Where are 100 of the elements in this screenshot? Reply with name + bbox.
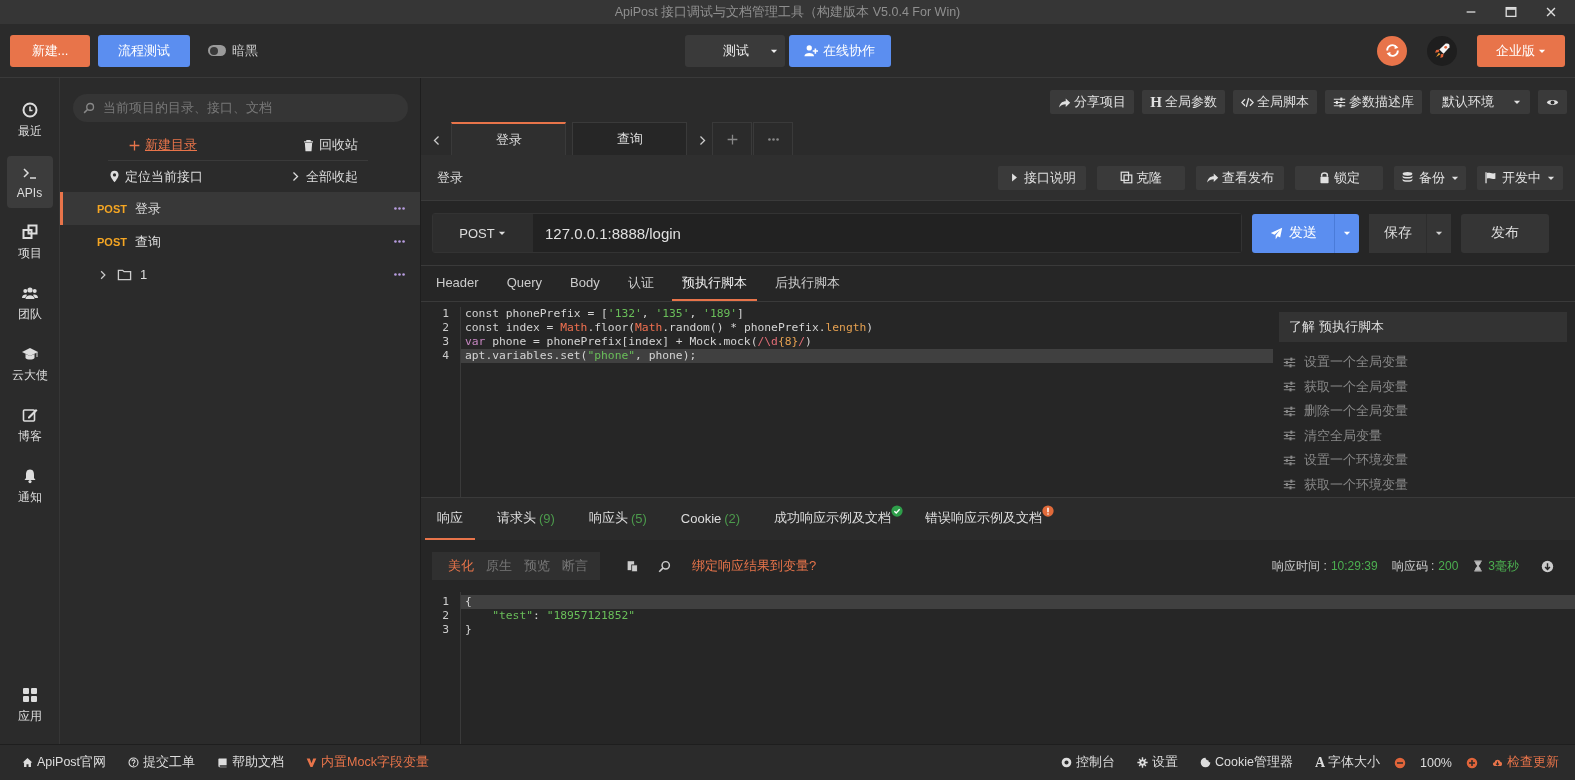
request-tab[interactable]: 查询	[572, 122, 687, 155]
code-line: "test": "18957121852"	[491, 609, 637, 623]
circle-icon	[1060, 757, 1072, 768]
request-action-button[interactable]: 接口说明	[998, 165, 1086, 190]
response-tab[interactable]: 成功响应示例及文档	[762, 498, 904, 540]
flag-icon	[1484, 171, 1497, 184]
nav-item[interactable]: 项目	[6, 217, 53, 269]
toolbar-button[interactable]: H 全局参数	[1142, 90, 1225, 114]
footer-link[interactable]: 提交工单	[128, 754, 196, 771]
environment-select[interactable]: 默认环境	[1430, 90, 1530, 114]
tree-item[interactable]: POST 登录	[60, 192, 420, 225]
method-label: POST	[97, 202, 127, 215]
trash-icon	[302, 138, 315, 152]
duration-value: 3毫秒	[1488, 557, 1519, 575]
code-icon	[1241, 95, 1254, 109]
toolbar-button[interactable]: 参数描述库	[1325, 90, 1422, 114]
search-input[interactable]: 当前项目的目录、接口、文档	[101, 100, 398, 116]
view-mode-button[interactable]: 美化	[442, 557, 480, 575]
plus-icon	[725, 132, 739, 146]
tree-item[interactable]: 1	[60, 258, 420, 291]
zoom-in-button[interactable]	[1466, 756, 1478, 769]
response-tab[interactable]: 请求头 (9)	[485, 498, 567, 540]
code-line: const index = Math.floor(Math.random() * phonePrefix.length)	[464, 321, 875, 335]
bind-variable-link[interactable]: 绑定响应结果到变量?	[692, 557, 817, 575]
footer-link[interactable]: 帮助文档	[217, 754, 285, 771]
nav-item[interactable]: 团队	[6, 278, 53, 330]
response-time-label: 响应时间 :	[1272, 557, 1327, 575]
search-field[interactable]: 当前项目的目录、接口、文档	[73, 94, 408, 122]
line-number: 2	[441, 609, 450, 623]
user-plus-icon	[802, 43, 819, 58]
nav-item[interactable]: 博客	[6, 400, 53, 452]
send-options-button[interactable]	[1334, 213, 1359, 253]
tree-item[interactable]: POST 查询	[60, 225, 420, 258]
editor-tab[interactable]: 认证	[617, 266, 664, 301]
request-tab[interactable]: 登录	[451, 122, 566, 155]
rocket-icon	[1433, 42, 1451, 59]
backup-dropdown[interactable]: 备份	[1394, 165, 1466, 190]
new-folder-link[interactable]: 新建目录	[118, 136, 197, 154]
status-code-value: 200	[1438, 559, 1459, 573]
recycle-bin-link[interactable]: 回收站	[302, 136, 358, 154]
request-action-button[interactable]: 锁定	[1295, 165, 1383, 190]
database-icon	[1400, 171, 1414, 184]
locate-link[interactable]: 定位当前接口	[108, 167, 203, 186]
line-number: 3	[441, 623, 450, 637]
nav-item[interactable]: 最近	[6, 95, 53, 147]
graduation-cap-icon	[21, 346, 38, 362]
collapse-all-link[interactable]: 全部收起	[289, 167, 358, 186]
plus-icon	[1466, 756, 1478, 769]
nav-item[interactable]: 通知	[6, 461, 53, 513]
code-line: const phonePrefix = ['132', '135', '189']	[464, 307, 745, 321]
toolbar-button[interactable]: 分享项目	[1050, 90, 1135, 114]
zoom-out-button[interactable]	[1394, 756, 1406, 769]
response-tab[interactable]: 响应头 (5)	[576, 498, 659, 540]
cookie-manager-link[interactable]: Cookie管理器	[1199, 754, 1293, 771]
editor-tab[interactable]: Header	[426, 266, 489, 301]
request-action-button[interactable]: 查看发布	[1196, 165, 1284, 190]
editor-tab[interactable]: Body	[560, 266, 610, 301]
help-link[interactable]: 清空全局变量	[1279, 423, 1567, 448]
footer-link[interactable]: 内置Mock字段变量	[306, 754, 429, 771]
edit-icon	[21, 407, 38, 423]
sliders-icon	[1283, 429, 1296, 443]
request-action-button[interactable]: 克隆	[1097, 165, 1185, 190]
check-badge-icon	[891, 505, 904, 517]
editor-tab[interactable]: 后执行脚本	[764, 266, 850, 301]
rocket-button[interactable]	[1427, 35, 1457, 66]
sliders-icon	[1283, 453, 1296, 467]
editor-tab[interactable]: 预执行脚本	[671, 266, 757, 301]
help-title: 了解 预执行脚本	[1279, 312, 1567, 342]
line-number: 1	[441, 307, 450, 321]
font-size-icon: A	[1314, 754, 1325, 771]
nav-item[interactable]: 云大使	[6, 339, 53, 391]
line-number: 3	[441, 335, 450, 349]
check-update-link[interactable]: 检查更新	[1492, 754, 1559, 771]
response-tab[interactable]: 错误响应示例及文档	[913, 498, 1055, 540]
environment-dropdown[interactable]: 测试	[684, 34, 785, 67]
footer-link[interactable]: ApiPost官网	[22, 754, 107, 771]
response-tab[interactable]: 响应	[425, 498, 475, 540]
zoom-level: 100%	[1420, 755, 1452, 770]
share-icon	[1206, 171, 1219, 184]
hourglass-icon	[1472, 560, 1485, 572]
publish-button[interactable]: 发布	[1461, 213, 1549, 253]
preview-button[interactable]	[1538, 90, 1567, 114]
status-dropdown[interactable]: 开发中	[1477, 165, 1563, 190]
line-number: 4	[441, 349, 450, 363]
search-icon	[83, 102, 95, 114]
save-button[interactable]: 保存	[1369, 213, 1426, 253]
response-time-value: 10:29:39	[1330, 559, 1378, 573]
item-name: 查询	[134, 232, 161, 251]
settings-link[interactable]: 设置	[1136, 754, 1178, 771]
nav-item[interactable]: 应用	[6, 680, 53, 732]
cookie-icon	[1199, 757, 1211, 768]
nav-item[interactable]: APIs	[6, 156, 53, 208]
download-icon	[1540, 559, 1554, 573]
dark-mode-switch[interactable]	[208, 45, 226, 56]
editor-tab[interactable]: Query	[496, 266, 553, 301]
toolbar-button[interactable]: 全局脚本	[1233, 90, 1317, 114]
response-tab[interactable]: Cookie (2)	[668, 498, 753, 540]
sync-button[interactable]	[1377, 35, 1407, 66]
squares-icon	[21, 224, 38, 240]
console-link[interactable]: 控制台	[1060, 754, 1115, 771]
